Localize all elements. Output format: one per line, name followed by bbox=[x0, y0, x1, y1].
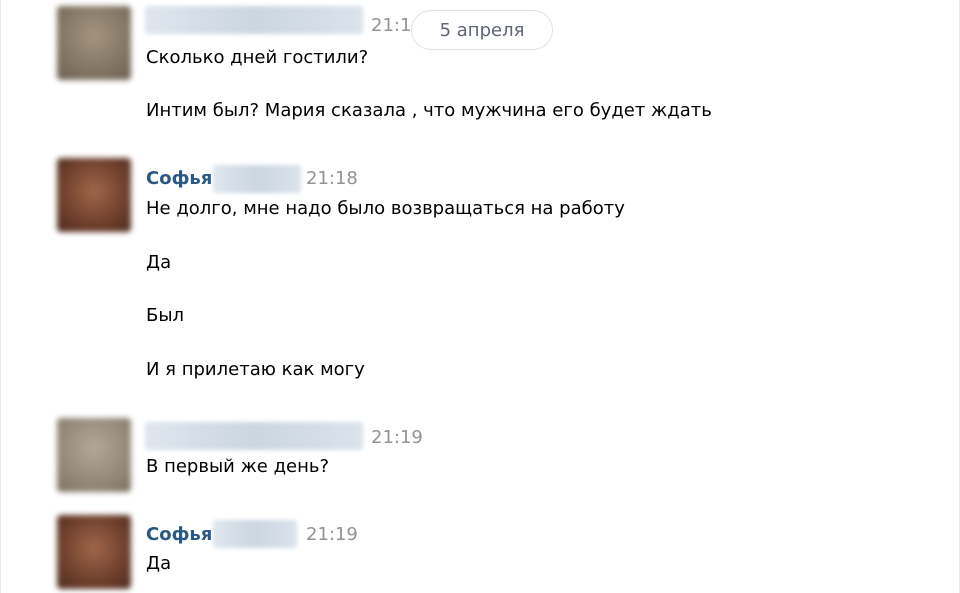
message-time: 21:1 bbox=[371, 15, 412, 36]
date-badge: 5 апреля bbox=[411, 10, 553, 50]
message-text: Да bbox=[146, 553, 172, 574]
author-surname-blurred bbox=[213, 165, 301, 193]
author-name-blurred bbox=[145, 6, 363, 34]
message-text: И я прилетаю как могу bbox=[146, 359, 365, 380]
avatar[interactable] bbox=[57, 515, 131, 589]
author-surname-blurred bbox=[213, 520, 297, 548]
message-time: 21:19 bbox=[306, 524, 358, 545]
message-text: Сколько дней гостили? bbox=[146, 47, 369, 68]
avatar[interactable] bbox=[57, 158, 131, 232]
author-name-blurred bbox=[145, 422, 363, 450]
avatar[interactable] bbox=[57, 418, 131, 492]
message-text: Интим был? Мария сказала , что мужчина е… bbox=[146, 100, 712, 121]
author-name[interactable]: Софья bbox=[146, 168, 212, 189]
author-name[interactable]: Софья bbox=[146, 524, 212, 545]
message-time: 21:18 bbox=[306, 168, 358, 189]
message-text: Да bbox=[146, 252, 172, 273]
message-text: Не долго, мне надо было возвращаться на … bbox=[146, 198, 625, 219]
message-text: Был bbox=[146, 305, 185, 326]
chat-history: 21:1 Сколько дней гостили? Интим был? Ма… bbox=[0, 0, 960, 593]
message-text: В первый же день? bbox=[146, 456, 330, 477]
avatar[interactable] bbox=[57, 6, 131, 80]
message-time: 21:19 bbox=[371, 427, 423, 448]
